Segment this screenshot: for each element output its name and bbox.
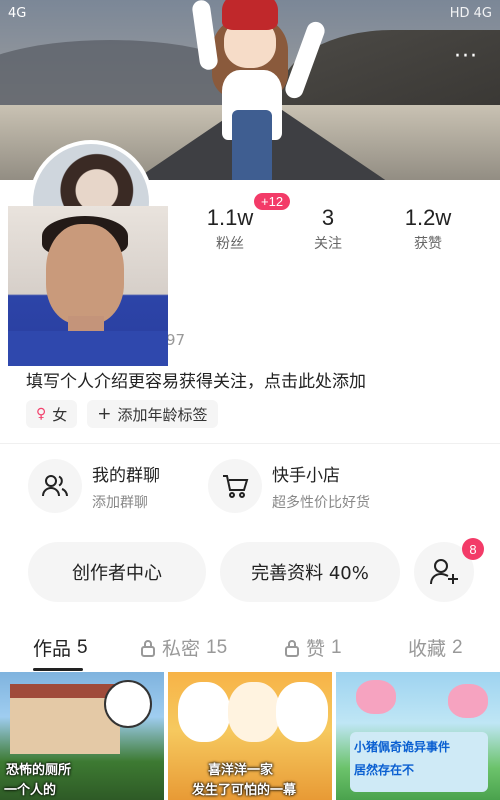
status-bar: 4G HD 4G — [8, 6, 492, 26]
video-thumbnail[interactable]: 小猪佩奇诡异事件 居然存在不 — [336, 672, 500, 800]
thumbnail-bear-sticker — [104, 680, 152, 728]
likes-label: 获赞 — [414, 236, 442, 252]
stat-likes[interactable]: 1.2w 获赞 — [378, 205, 478, 253]
thumbnail-caption: 恐怖的厕所 — [6, 763, 72, 778]
shop-title: 快手小店 — [272, 465, 340, 486]
tab-liked-label: 赞 — [306, 638, 326, 660]
thumbnail-subcaption: 发生了可怕的一幕 — [192, 783, 297, 798]
works-grid: 恐怖的厕所 一个人的 喜洋洋一家 发生了可怕的一幕 小猪佩奇诡异事件 居然存在不 — [0, 672, 500, 800]
tab-favorites[interactable]: 收藏 2 — [408, 634, 463, 661]
group-chat-entry[interactable]: 我的群聊 添加群聊 — [28, 458, 160, 514]
tab-favorites-label: 收藏 — [408, 638, 447, 660]
thumbnail-caption: 小猪佩奇诡异事件 — [354, 740, 451, 754]
gender-label: 女 — [52, 405, 68, 424]
gender-tag[interactable]: ♀ 女 — [26, 400, 78, 428]
add-user-icon — [430, 559, 458, 585]
action-row: 创作者中心 完善资料 40% 8 — [28, 538, 484, 602]
thumbnail-subcaption: 一个人的 — [4, 783, 57, 798]
following-count: 3 — [321, 205, 335, 230]
thumbnail-house — [10, 684, 120, 754]
female-icon: ♀ — [36, 406, 47, 422]
group-chat-title: 我的群聊 — [92, 465, 160, 486]
fans-label: 粉丝 — [216, 236, 244, 252]
signal-indicator: 4G — [8, 6, 27, 21]
network-indicator: HD 4G — [449, 6, 492, 21]
tab-works-label: 作品 — [33, 638, 72, 660]
creator-center-button[interactable]: 创作者中心 — [28, 542, 206, 602]
thumbnail-text-card: 小猪佩奇诡异事件 居然存在不 — [350, 732, 488, 792]
tab-works-count: 5 — [77, 636, 88, 658]
stats-row: 1.1w 粉丝 +12 3 关注 1.2w 获赞 — [180, 193, 480, 265]
thumbnail-subcaption: 居然存在不 — [354, 763, 415, 777]
thumbnail-sheep — [178, 682, 230, 742]
group-chat-subtitle: 添加群聊 — [92, 494, 148, 511]
add-age-label: 添加年龄标签 — [117, 405, 208, 424]
banner-character-pants — [232, 110, 272, 185]
thumbnail-caption: 喜洋洋一家 — [208, 763, 274, 778]
lock-icon — [285, 639, 299, 657]
thumbnail-pig — [448, 684, 488, 718]
stat-fans[interactable]: 1.1w 粉丝 +12 — [180, 193, 291, 253]
tab-private[interactable]: 私密 15 — [140, 634, 227, 661]
tab-private-label: 私密 — [162, 638, 201, 660]
group-users-icon — [28, 459, 82, 513]
divider — [0, 443, 500, 444]
thumbnail-sheep — [276, 682, 328, 742]
tab-favorites-count: 2 — [452, 636, 463, 658]
shopping-cart-icon — [208, 459, 262, 513]
tab-liked[interactable]: 赞 1 — [284, 634, 342, 661]
complete-profile-button[interactable]: 完善资料 40% — [220, 542, 400, 602]
video-thumbnail[interactable]: 恐怖的厕所 一个人的 — [0, 672, 164, 800]
tab-works[interactable]: 作品 5 — [33, 634, 88, 661]
thumbnail-sheep — [228, 682, 280, 742]
add-age-tag[interactable]: + 添加年龄标签 — [87, 400, 218, 428]
stat-following[interactable]: 3 关注 — [278, 205, 378, 253]
bio-prompt[interactable]: 填写个人介绍更容易获得关注，点击此处添加 — [26, 367, 366, 392]
following-label: 关注 — [314, 236, 342, 252]
shop-entry[interactable]: 快手小店 超多性价比好货 — [208, 458, 370, 514]
plus-icon: + — [97, 404, 112, 424]
user-id-fragment: 97 — [166, 331, 186, 349]
active-tab-indicator — [33, 668, 83, 671]
tag-row: ♀ 女 + 添加年龄标签 — [26, 400, 218, 428]
tab-liked-count: 1 — [331, 636, 342, 658]
content-tabs: 作品 5 私密 15 赞 1 收藏 2 — [0, 630, 500, 671]
friend-request-badge: 8 — [462, 538, 484, 560]
lock-icon — [141, 639, 155, 657]
likes-count: 1.2w — [404, 205, 452, 230]
more-options-icon[interactable]: ··· — [454, 46, 478, 68]
overlay-photo — [8, 206, 168, 366]
shop-subtitle: 超多性价比好货 — [272, 494, 370, 511]
thumbnail-pig — [356, 680, 396, 714]
video-thumbnail[interactable]: 喜洋洋一家 发生了可怕的一幕 — [168, 672, 332, 800]
tab-private-count: 15 — [206, 636, 228, 658]
